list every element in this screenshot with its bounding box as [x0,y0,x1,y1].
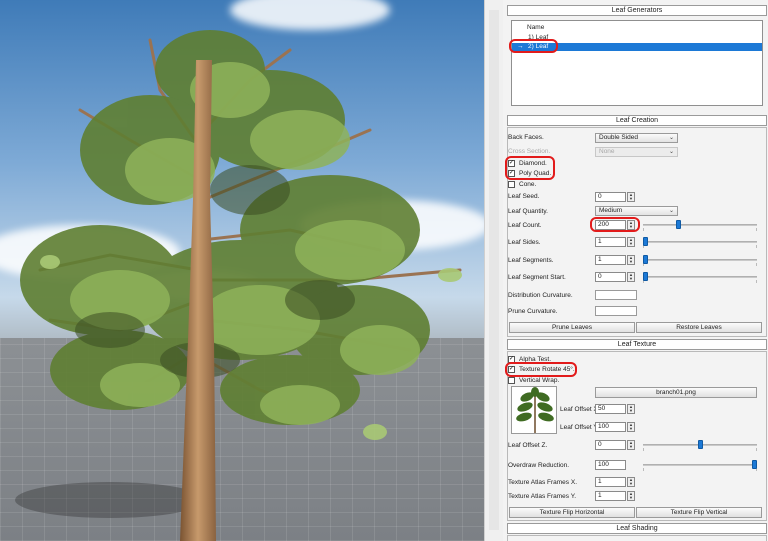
cone-label: Cone. [519,181,537,188]
list-column-header: Name [527,24,545,31]
leaf-sides-slider-thumb[interactable] [643,237,648,246]
cone-checkbox[interactable] [508,181,515,188]
section-leaf-generators-header[interactable]: Leaf Generators [507,5,767,16]
highlight-diamond-polyquad [505,156,555,180]
atlas-frames-x-input[interactable]: 1 [595,477,626,487]
leaf-count-slider-thumb[interactable] [675,220,681,229]
leaf-sides-input[interactable]: 1 [595,237,626,247]
panel-divider[interactable] [484,0,503,541]
overdraw-reduction-slider-ticks [643,468,757,471]
highlight-leaf-count [590,217,640,232]
leaf-count-slider-track[interactable] [643,224,757,226]
leaf-offset-y-input[interactable]: 100 [595,422,626,432]
leaf-offset-x-label: Leaf Offset X. [560,406,600,413]
leaf-quantity-value: Medium [599,207,623,214]
texture-flip-horizontal-button[interactable]: Texture Flip Horizontal [509,507,635,518]
cross-section-label: Cross Section. [508,148,551,155]
leaf-shading-panel [507,535,767,541]
texture-flip-vertical-button[interactable]: Texture Flip Vertical [636,507,762,518]
restore-leaves-button[interactable]: Restore Leaves [636,322,762,333]
leaf-texture-image [516,387,554,433]
scene-viewport[interactable] [0,0,484,541]
texture-file-button[interactable]: branch01.png [595,387,757,398]
overdraw-reduction-label: Overdraw Reduction. [508,462,570,469]
tree-model [15,30,462,541]
leaf-segments-input[interactable]: 1 [595,255,626,265]
leaf-offset-y-spinner[interactable]: ▲ ▼ [627,422,635,432]
vertical-wrap-label: Vertical Wrap. [519,377,560,384]
leaf-offset-z-slider-thumb[interactable] [697,440,703,449]
leaf-seed-input[interactable]: 0 [595,192,626,202]
overdraw-reduction-slider-track[interactable] [643,464,757,466]
section-leaf-texture-header[interactable]: Leaf Texture [507,339,767,350]
cross-section-select: None ⌄ [595,147,678,157]
leaf-seed-label: Leaf Seed. [508,193,540,200]
vertical-wrap-checkbox[interactable] [508,377,515,384]
overdraw-reduction-input[interactable]: 100 [595,460,626,470]
leaf-offset-z-label: Leaf Offset Z. [508,442,548,449]
cross-section-value: None [599,148,615,155]
leaf-segment-start-slider-track[interactable] [643,276,757,278]
leaf-segment-start-input[interactable]: 0 [595,272,626,282]
leaf-segment-start-spinner[interactable]: ▲ ▼ [627,272,635,282]
leaf-segments-slider-ticks [643,263,757,266]
prune-curvature-field[interactable] [595,306,637,316]
leaf-count-slider-ticks [643,228,757,231]
leaf-offset-y-label: Leaf Offset Y. [560,424,599,431]
atlas-frames-y-input[interactable]: 1 [595,491,626,501]
leaf-quantity-select[interactable]: Medium ⌄ [595,206,678,216]
leaf-quantity-label: Leaf Quantity. [508,208,548,215]
atlas-frames-x-label: Texture Atlas Frames X. [508,479,577,486]
leaf-seed-spinner[interactable]: ▲ ▼ [627,192,635,202]
section-leaf-shading-header[interactable]: Leaf Shading [507,523,767,534]
leaf-segment-start-label: Leaf Segment Start. [508,274,566,281]
distribution-curvature-field[interactable] [595,290,637,300]
chevron-down-icon: ⌄ [668,208,674,214]
leaf-segments-slider-track[interactable] [643,259,757,261]
atlas-frames-y-label: Texture Atlas Frames Y. [508,493,577,500]
section-leaf-creation-header[interactable]: Leaf Creation [507,115,767,126]
leaf-generators-list[interactable]: Name 1) Leaf → 2) Leaf [511,20,763,106]
leaf-texture-thumbnail[interactable] [511,386,557,434]
leaf-segments-slider-thumb[interactable] [643,255,648,264]
leaf-offset-x-input[interactable]: 50 [595,404,626,414]
prune-leaves-button[interactable]: Prune Leaves [509,322,635,333]
atlas-frames-y-spinner[interactable]: ▲ ▼ [627,491,635,501]
leaf-segment-start-slider-thumb[interactable] [643,272,648,281]
distribution-curvature-label: Distribution Curvature. [508,292,573,299]
leaf-offset-z-input[interactable]: 0 [595,440,626,450]
leaf-segment-start-slider-ticks [643,280,757,283]
back-faces-value: Double Sided [599,134,639,141]
leaf-sides-label: Leaf Sides. [508,239,541,246]
leaf-segments-spinner[interactable]: ▲ ▼ [627,255,635,265]
highlight-selected-leaf [509,39,558,53]
leaf-segments-label: Leaf Segments. [508,257,554,264]
leaf-offset-z-spinner[interactable]: ▲ ▼ [627,440,635,450]
back-faces-label: Back Faces. [508,134,544,141]
leaf-sides-slider-track[interactable] [643,241,757,243]
chevron-down-icon: ⌄ [668,135,674,141]
prune-curvature-label: Prune Curvature. [508,308,558,315]
highlight-texture-rotate [505,362,577,377]
scrollbar-track[interactable] [489,10,499,530]
atlas-frames-x-spinner[interactable]: ▲ ▼ [627,477,635,487]
chevron-down-icon: ⌄ [668,149,674,155]
leaf-count-label: Leaf Count. [508,222,542,229]
back-faces-select[interactable]: Double Sided ⌄ [595,133,678,143]
leaf-sides-slider-ticks [643,245,757,248]
inspector-panel: Leaf Generators Name 1) Leaf → 2) Leaf L… [503,0,768,541]
leaf-offset-x-spinner[interactable]: ▲ ▼ [627,404,635,414]
overdraw-reduction-slider-thumb[interactable] [752,460,757,469]
leaf-sides-spinner[interactable]: ▲ ▼ [627,237,635,247]
